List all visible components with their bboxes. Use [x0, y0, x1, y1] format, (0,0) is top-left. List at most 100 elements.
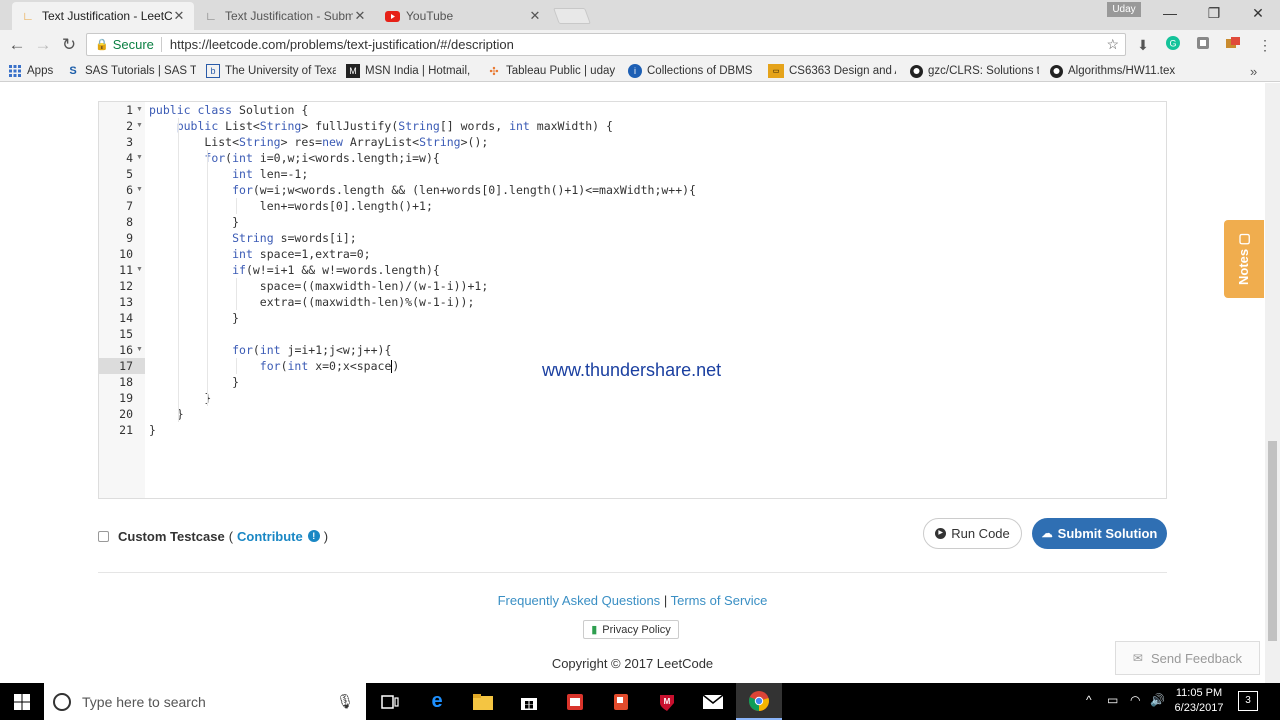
- bookmark-tableau-public[interactable]: ✣ Tableau Public | uday: [487, 63, 615, 79]
- bookmark-msn-india[interactable]: M MSN India | Hotmail,: [346, 63, 476, 79]
- close-icon[interactable]: ✕: [353, 8, 367, 24]
- store-icon[interactable]: [506, 683, 552, 720]
- faq-link[interactable]: Frequently Asked Questions: [498, 593, 661, 608]
- bookmark-apps[interactable]: Apps: [8, 63, 60, 79]
- code-editor[interactable]: 1 ▼ 2 ▼ 3 4 ▼ 5 6 ▼ 7 8 9 10 11 ▼ 12 13 14 15 16 ▼ 17 18 19 20 21 …: [98, 101, 1167, 499]
- forward-arrow-icon[interactable]: →: [32, 34, 54, 56]
- fold-arrow-icon[interactable]: ▼: [136, 102, 143, 118]
- extension-icon[interactable]: [1194, 36, 1212, 54]
- reload-icon[interactable]: ↻: [58, 34, 80, 56]
- code-line[interactable]: for(int j=i+1;j<w;j++){: [149, 342, 391, 358]
- code-line[interactable]: space=((maxwidth-len)/(w-1-i))+1;: [149, 278, 489, 294]
- run-code-button[interactable]: ▶ Run Code: [923, 518, 1022, 549]
- terms-link[interactable]: Terms of Service: [671, 593, 768, 608]
- bookmark-label: The University of Texa: [225, 65, 336, 77]
- fold-arrow-icon[interactable]: ▼: [136, 262, 143, 278]
- bookmark-sas-tutorials[interactable]: S SAS Tutorials | SAS Tra: [66, 63, 196, 79]
- line-number: 5: [126, 167, 133, 181]
- code-line[interactable]: List<String> res=new ArrayList<String>()…: [149, 134, 488, 150]
- line-number: 8: [126, 215, 133, 229]
- taskbar-search-box[interactable]: Type here to search 🎙: [44, 683, 366, 720]
- fold-arrow-icon[interactable]: ▼: [136, 182, 143, 198]
- task-view-icon[interactable]: [367, 683, 413, 720]
- code-line[interactable]: public class Solution {: [149, 102, 308, 118]
- restore-icon[interactable]: ❐: [1192, 0, 1236, 26]
- watermark-text: www.thundershare.net: [542, 360, 722, 380]
- submit-label: Submit Solution: [1057, 526, 1158, 541]
- tab-text-justification-submissions[interactable]: ∟ Text Justification - Subm ✕: [195, 2, 375, 30]
- profile-badge[interactable]: Uday: [1107, 2, 1141, 17]
- code-line[interactable]: for(int x=0;x<space): [149, 358, 399, 374]
- windows-start-icon[interactable]: [0, 683, 44, 720]
- privacy-policy-button[interactable]: ▮ Privacy Policy: [583, 620, 679, 639]
- app-icon-orange[interactable]: [598, 683, 644, 720]
- window-close-icon[interactable]: ✕: [1236, 0, 1280, 26]
- submit-solution-button[interactable]: ☁ Submit Solution: [1032, 518, 1167, 549]
- send-feedback-button[interactable]: ✉ Send Feedback: [1115, 641, 1260, 675]
- page-scrollbar[interactable]: [1265, 83, 1280, 683]
- address-bar[interactable]: 🔒 Secure https://leetcode.com/problems/t…: [86, 33, 1126, 56]
- bookmark-collections-of-dbms[interactable]: i Collections of DBMS M: [628, 63, 756, 79]
- bookmark-label: Apps: [27, 65, 54, 77]
- mail-icon[interactable]: [690, 683, 736, 720]
- line-number: 12: [119, 279, 133, 293]
- battery-icon[interactable]: ▭: [1107, 693, 1118, 707]
- code-line[interactable]: }: [149, 374, 239, 390]
- code-line[interactable]: for(w=i;w<words.length && (len+words[0].…: [149, 182, 696, 198]
- chrome-icon[interactable]: [736, 683, 782, 720]
- file-explorer-icon[interactable]: [460, 683, 506, 720]
- code-line[interactable]: len+=words[0].length()+1;: [149, 198, 433, 214]
- bookmark-cs6363[interactable]: ▭ CS6363 Design and A: [768, 63, 896, 79]
- code-line[interactable]: public List<String> fullJustify(String[]…: [149, 118, 613, 134]
- tab-youtube[interactable]: YouTube ✕: [376, 2, 550, 30]
- line-number: 2: [126, 119, 133, 133]
- fold-arrow-icon[interactable]: ▼: [136, 150, 143, 166]
- grammarly-icon[interactable]: G: [1164, 36, 1182, 54]
- edge-browser-icon[interactable]: e: [414, 683, 460, 720]
- minimize-icon[interactable]: —: [1148, 0, 1192, 26]
- custom-testcase-checkbox[interactable]: [98, 530, 109, 542]
- app-icon-red[interactable]: [552, 683, 598, 720]
- code-line[interactable]: extra=((maxwidth-len)%(w-1-i));: [149, 294, 475, 310]
- bookmarks-overflow-icon[interactable]: »: [1250, 63, 1264, 79]
- code-line[interactable]: int len=-1;: [149, 166, 308, 182]
- code-line[interactable]: String s=words[i];: [149, 230, 357, 246]
- mcafee-icon[interactable]: M: [644, 683, 690, 720]
- code-line[interactable]: if(w!=i+1 && w!=words.length){: [149, 262, 440, 278]
- microphone-icon[interactable]: 🎙: [336, 693, 354, 710]
- tab-text-justification[interactable]: ∟ Text Justification - LeetCo ✕: [12, 2, 194, 30]
- code-line[interactable]: }: [149, 310, 239, 326]
- line-number: 20: [119, 407, 133, 421]
- wifi-icon[interactable]: ◠: [1130, 693, 1140, 707]
- bookmark-label: CS6363 Design and A: [789, 65, 896, 77]
- code-line[interactable]: }: [149, 214, 239, 230]
- info-icon[interactable]: !: [307, 530, 320, 542]
- fold-arrow-icon[interactable]: ▼: [136, 118, 143, 134]
- back-arrow-icon[interactable]: ←: [6, 34, 28, 56]
- code-line[interactable]: for(int i=0,w;i<words.length;i=w){: [149, 150, 439, 166]
- bookmarks-bar: Apps S SAS Tutorials | SAS Tra b The Uni…: [0, 60, 1280, 82]
- action-center-icon[interactable]: 3: [1238, 691, 1258, 711]
- notes-tab[interactable]: Notes ▢: [1224, 220, 1264, 298]
- volume-icon[interactable]: 🔊: [1150, 693, 1165, 707]
- bookmark-algorithms-hw11[interactable]: Algorithms/HW11.tex: [1049, 63, 1179, 79]
- extension-icon[interactable]: [1224, 36, 1242, 54]
- bookmark-university-of-texas[interactable]: b The University of Texa: [206, 63, 336, 79]
- close-icon[interactable]: ✕: [172, 8, 186, 24]
- star-icon[interactable]: ☆: [1106, 36, 1119, 53]
- indent-guide: [236, 198, 237, 214]
- code-line[interactable]: }: [149, 422, 156, 438]
- code-line[interactable]: int space=1,extra=0;: [149, 246, 370, 262]
- tray-overflow-icon[interactable]: ^: [1086, 693, 1092, 707]
- code-line[interactable]: }: [149, 390, 211, 406]
- play-icon: ▶: [935, 528, 947, 539]
- scrollbar-thumb[interactable]: [1268, 441, 1277, 641]
- download-icon[interactable]: ⬇: [1134, 36, 1152, 54]
- clock[interactable]: 11:05 PM 6/23/2017: [1168, 686, 1230, 716]
- fold-arrow-icon[interactable]: ▼: [136, 342, 143, 358]
- menu-icon[interactable]: ⋮: [1256, 36, 1274, 54]
- bookmark-gzc-clrs[interactable]: gzc/CLRS: Solutions to: [909, 63, 1039, 79]
- new-tab-button[interactable]: [553, 8, 591, 24]
- close-icon[interactable]: ✕: [528, 8, 542, 24]
- contribute-link[interactable]: Contribute: [237, 529, 303, 544]
